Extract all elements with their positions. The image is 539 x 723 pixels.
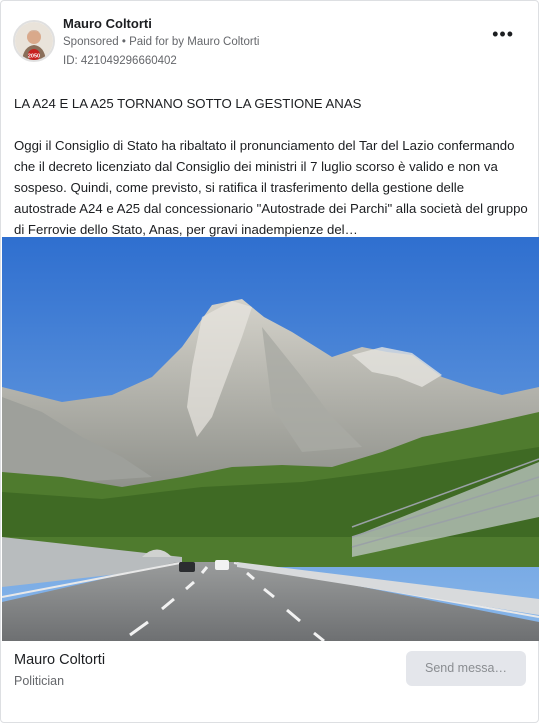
ad-card: 2050 Mauro Coltorti Sponsored • Paid for… bbox=[0, 0, 539, 723]
post-text: LA A24 E LA A25 TORNANO SOTTO LA GESTION… bbox=[14, 93, 530, 240]
post-body: Oggi il Consiglio di Stato ha ribaltato … bbox=[14, 138, 528, 237]
paid-for-name: Mauro Coltorti bbox=[187, 36, 260, 48]
ad-id: ID: 421049296660402 bbox=[63, 55, 177, 67]
send-message-button[interactable]: Send messa… bbox=[406, 651, 526, 686]
paid-for-prefix: Paid for by bbox=[129, 36, 185, 48]
mountain-highway-image bbox=[2, 237, 539, 641]
avatar-badge-text: 2050 bbox=[28, 54, 40, 60]
separator-dot: • bbox=[121, 36, 126, 48]
more-options-icon[interactable]: ••• bbox=[492, 25, 514, 43]
sponsored-line: Sponsored • Paid for by Mauro Coltorti bbox=[63, 36, 259, 48]
sponsored-label: Sponsored bbox=[63, 36, 119, 48]
post-title: LA A24 E LA A25 TORNANO SOTTO LA GESTION… bbox=[14, 96, 362, 111]
page-name[interactable]: Mauro Coltorti bbox=[63, 16, 152, 31]
ad-image[interactable] bbox=[2, 237, 539, 641]
avatar-image: 2050 bbox=[15, 22, 53, 60]
ad-footer: Mauro Coltorti Politician Send messa… bbox=[14, 651, 526, 712]
ad-header: 2050 Mauro Coltorti Sponsored • Paid for… bbox=[13, 15, 526, 75]
avatar[interactable]: 2050 bbox=[13, 20, 55, 62]
